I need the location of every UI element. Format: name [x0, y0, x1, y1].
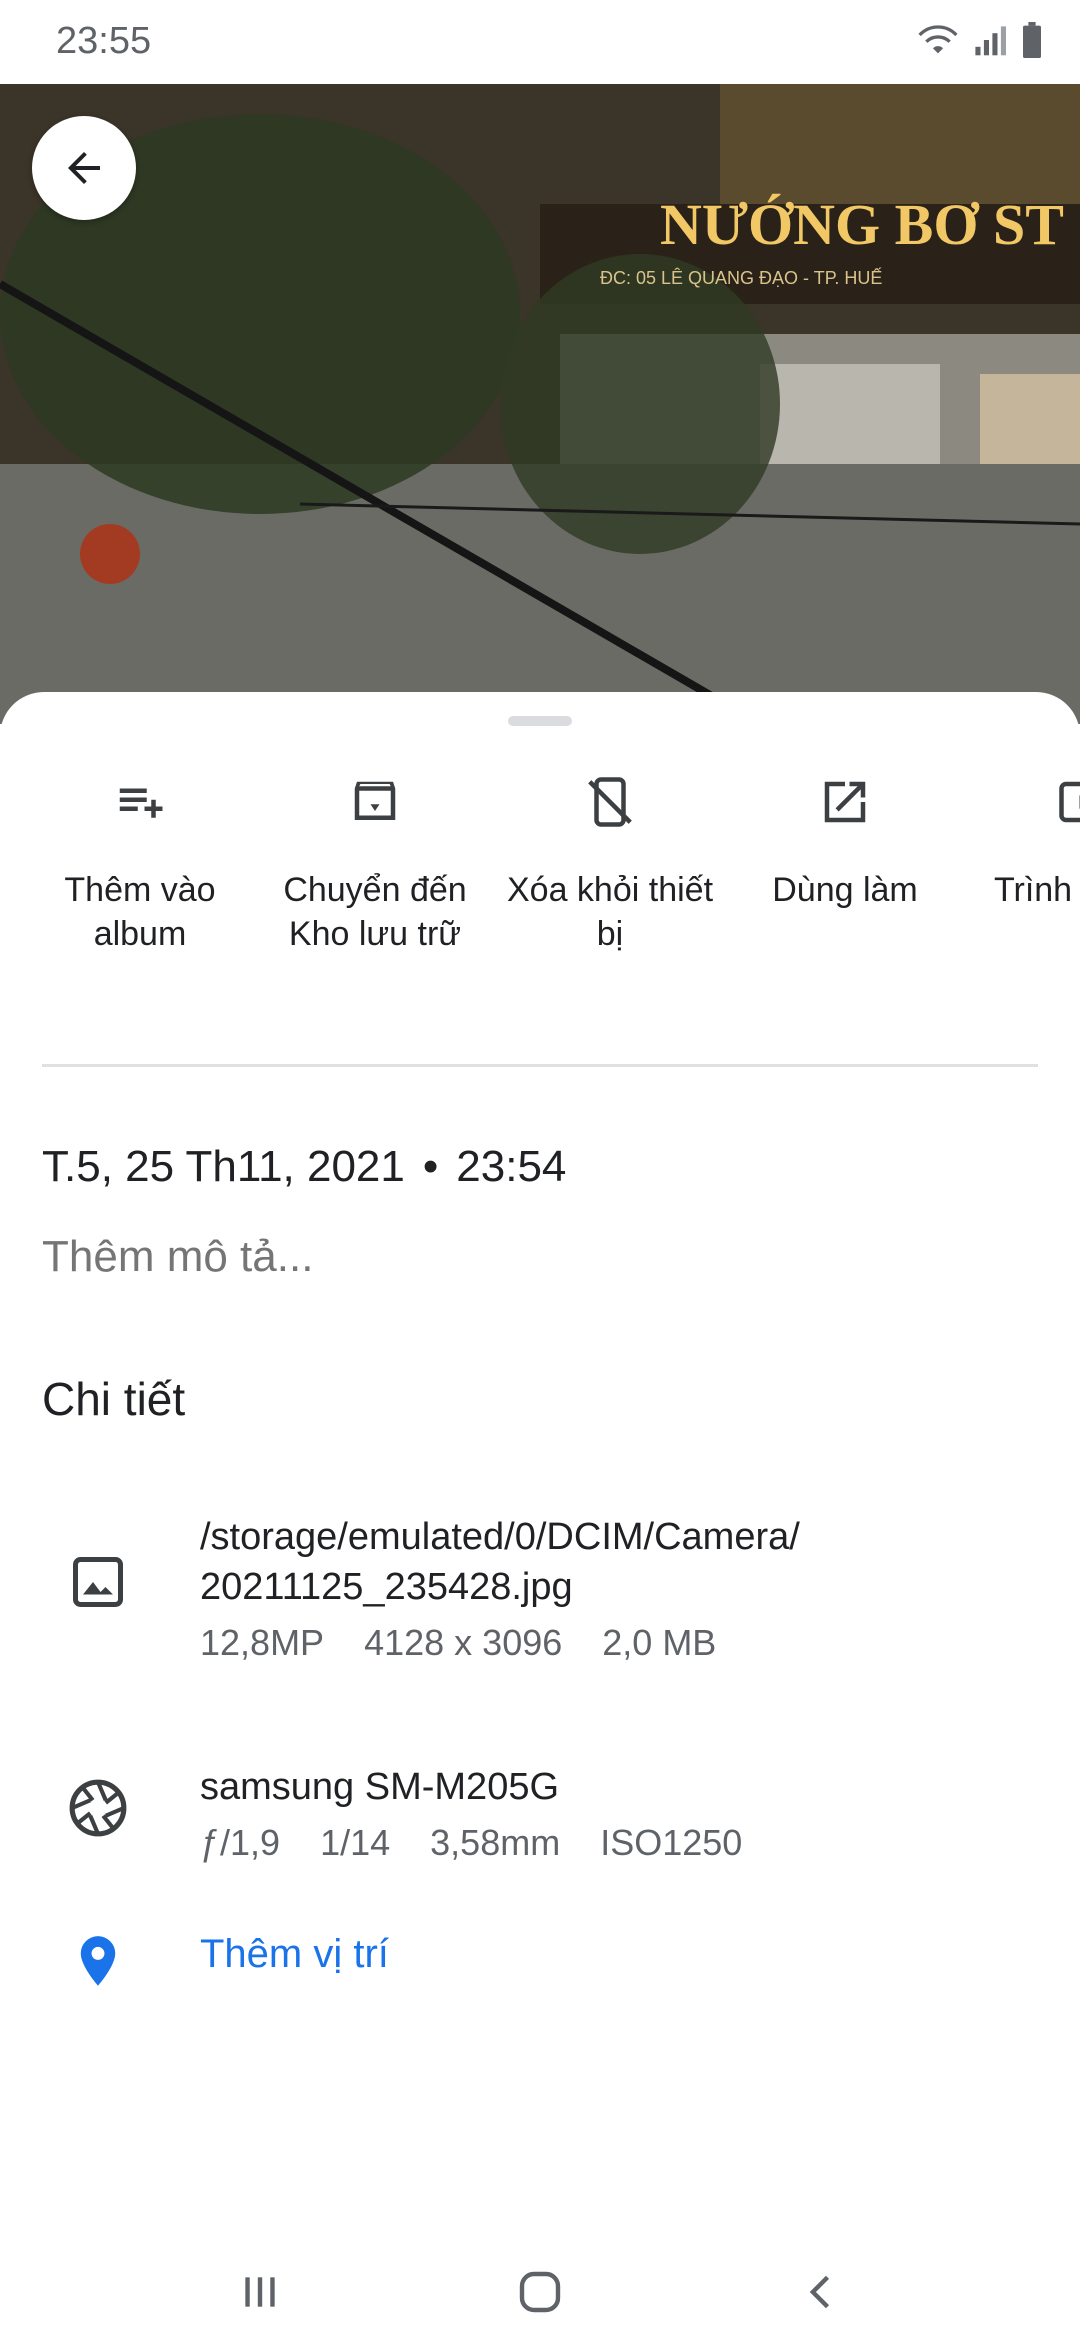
slideshow-label: Trình — [994, 871, 1073, 909]
date-separator: • — [422, 1142, 439, 1191]
photo-scene: NƯỚNG BƠ ST ĐC: 05 LÊ QUANG ĐẠO - TP. HU… — [0, 84, 1080, 724]
nav-back-button[interactable] — [792, 2262, 852, 2322]
camera-specs: ƒ/1,9 1/14 3,58mm ISO1250 — [200, 1822, 742, 1864]
file-resolution: 4128 x 3096 — [364, 1622, 563, 1663]
file-path-line2: 20211125_235428.jpg — [200, 1566, 573, 1608]
photo-sign-subtext: ĐC: 05 LÊ QUANG ĐẠO - TP. HUẾ — [600, 267, 882, 288]
add-location-link[interactable]: Thêm vị trí — [200, 1932, 389, 1977]
navigation-bar — [0, 2240, 1080, 2340]
camera-aperture-icon — [62, 1772, 134, 1844]
file-info-text: /storage/emulated/0/DCIM/Camera/ 2021112… — [200, 1512, 800, 1664]
camera-model: samsung SM-M205G — [200, 1766, 560, 1808]
description-input[interactable] — [42, 1232, 842, 1282]
back-button[interactable] — [32, 116, 136, 220]
use-as-label: Dùng làm — [772, 871, 918, 909]
divider — [42, 1064, 1038, 1067]
signal-icon — [975, 26, 1006, 56]
status-icons — [918, 22, 1044, 58]
archive-icon — [345, 772, 405, 832]
open-in-new-icon — [815, 772, 875, 832]
add-to-album-button[interactable]: Thêm vào album — [30, 772, 250, 956]
photo-sign-text: NƯỚNG BƠ ST — [660, 192, 1064, 257]
slideshow-button[interactable]: Trình — [970, 772, 1080, 912]
details-title: Chi tiết — [42, 1373, 186, 1425]
recent-apps-button[interactable] — [230, 2262, 290, 2322]
info-sheet: Thêm vào album Chuyển đến Kho lưu trữ Xó… — [0, 692, 1080, 2252]
drag-handle[interactable] — [508, 716, 572, 726]
location-pin-icon — [62, 1926, 134, 1998]
file-size: 2,0 MB — [602, 1622, 717, 1663]
arrow-back-icon — [68, 152, 100, 184]
delete-from-device-button[interactable]: Xóa khỏi thiết bị — [500, 772, 720, 956]
image-icon — [62, 1546, 134, 1618]
archive-label: Chuyển đến Kho lưu trữ — [283, 871, 467, 953]
home-button[interactable] — [510, 2262, 570, 2322]
file-path-line1: /storage/emulated/0/DCIM/Camera/ — [200, 1516, 800, 1558]
add-to-album-label: Thêm vào album — [64, 871, 216, 953]
delete-from-device-label: Xóa khỏi thiết bị — [506, 871, 714, 953]
status-time: 23:55 — [56, 20, 152, 62]
recent-apps-icon — [245, 2277, 275, 2307]
status-bar: 23:55 — [0, 0, 1080, 84]
file-megapixels: 12,8MP — [200, 1622, 325, 1663]
chevron-left-icon — [809, 2275, 830, 2309]
phone-off-icon — [580, 772, 640, 832]
photo-preview[interactable]: NƯỚNG BƠ ST ĐC: 05 LÊ QUANG ĐẠO - TP. HU… — [0, 84, 1080, 724]
battery-icon — [1023, 22, 1041, 58]
photo-time: 23:54 — [456, 1142, 567, 1191]
photo-date: T.5, 25 Th11, 2021 — [42, 1142, 405, 1191]
playlist-add-icon — [110, 772, 170, 832]
file-specs: 12,8MP 4128 x 3096 2,0 MB — [200, 1622, 800, 1664]
camera-iso: ISO1250 — [600, 1822, 743, 1863]
slideshow-icon — [1054, 772, 1080, 832]
action-row: Thêm vào album Chuyển đến Kho lưu trữ Xó… — [0, 772, 1080, 1022]
archive-button[interactable]: Chuyển đến Kho lưu trữ — [265, 772, 485, 956]
wifi-icon — [918, 25, 958, 54]
camera-info-text: samsung SM-M205G ƒ/1,9 1/14 3,58mm ISO12… — [200, 1762, 742, 1864]
home-icon — [519, 2271, 561, 2313]
camera-aperture: ƒ/1,9 — [200, 1822, 281, 1863]
camera-shutter: 1/14 — [320, 1822, 391, 1863]
camera-focal-length: 3,58mm — [430, 1822, 561, 1863]
date-time[interactable]: T.5, 25 Th11, 2021 • 23:54 — [42, 1142, 566, 1192]
use-as-button[interactable]: Dùng làm — [735, 772, 955, 912]
